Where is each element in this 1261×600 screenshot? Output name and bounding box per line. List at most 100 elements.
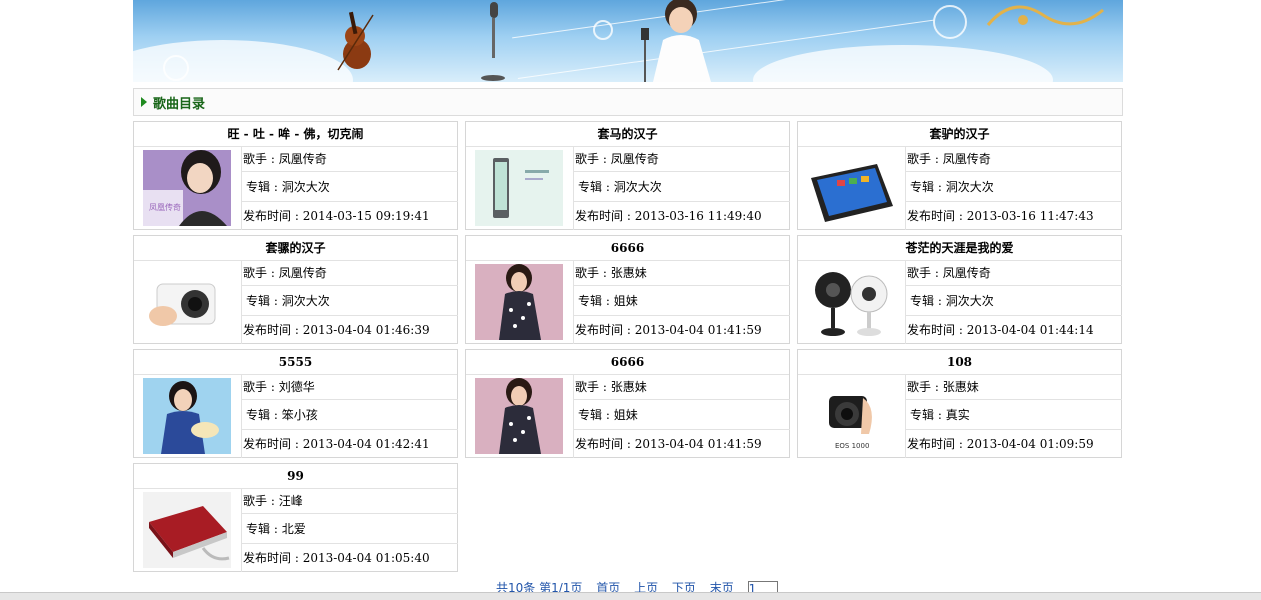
singer-row: 歌手 : 汪峰: [242, 488, 458, 514]
header-banner: [133, 0, 1123, 82]
violin-icon: [337, 11, 374, 71]
album-row: 专辑 : 姐妹: [574, 286, 790, 316]
song-thumbnail-cell: [466, 260, 574, 344]
album-row: 专辑 : 洞次大次: [242, 172, 458, 202]
release-time-value: 2013-04-04 01:05:40: [302, 551, 430, 565]
album-value: 洞次大次: [281, 180, 330, 194]
singer-row: 歌手 : 凤凰传奇: [242, 146, 458, 172]
singer-value: 凤凰传奇: [278, 266, 327, 280]
album-value: 洞次大次: [613, 180, 662, 194]
album-value: 笨小孩: [281, 408, 318, 422]
song-title[interactable]: 99: [134, 464, 457, 489]
song-title[interactable]: 苍茫的天涯是我的爱: [798, 236, 1121, 261]
album-value: 洞次大次: [281, 294, 330, 308]
woman-with-cake-image[interactable]: [143, 378, 231, 454]
song-title[interactable]: 108: [798, 350, 1121, 375]
album-row: 专辑 : 洞次大次: [906, 286, 1122, 316]
woman-in-dress-image[interactable]: [475, 264, 563, 340]
singer-value: 凤凰传奇: [610, 152, 659, 166]
release-time-value: 2013-04-04 01:41:59: [634, 323, 762, 337]
song-title[interactable]: 套马的汉子: [466, 122, 789, 147]
album-row: 专辑 : 洞次大次: [574, 172, 790, 202]
song-thumbnail-cell: [134, 260, 242, 344]
singer-value: 张惠妹: [610, 266, 647, 280]
hard-drive-image[interactable]: [143, 492, 231, 568]
bubble-decoration: [593, 20, 613, 40]
song-card[interactable]: 套马的汉子 歌手 : 凤凰传奇 专辑 : 洞次大次 发布时间 : 2013-03…: [465, 121, 790, 230]
singer-row: 歌手 : 张惠妹: [574, 374, 790, 400]
song-thumbnail-cell: [466, 146, 574, 230]
microphone-icon: [481, 2, 505, 81]
white-camera-image[interactable]: [143, 264, 231, 340]
song-title[interactable]: 套骡的汉子: [134, 236, 457, 261]
song-title[interactable]: 6666: [466, 236, 789, 261]
svg-text:EOS 1000: EOS 1000: [835, 442, 869, 450]
release-time-row: 发布时间 : 2013-04-04 01:41:59: [575, 323, 762, 337]
singer-row: 歌手 : 凤凰传奇: [574, 146, 790, 172]
album-row: 专辑 : 洞次大次: [906, 172, 1122, 202]
singer-value: 汪峰: [278, 494, 303, 508]
album-value: 姐妹: [613, 294, 638, 308]
song-card[interactable]: 6666 歌手 : 张惠妹 专辑 : 姐妹 发布时间 : 2013-04-04 …: [465, 235, 790, 344]
album-value: 真实: [945, 408, 970, 422]
section-title: 歌曲目录: [153, 97, 206, 112]
song-thumbnail-cell: [134, 374, 242, 458]
woman-in-dress-image[interactable]: [475, 378, 563, 454]
singer-value: 凤凰传奇: [278, 152, 327, 166]
song-thumbnail-cell: [134, 488, 242, 572]
singer-girl-image: [641, 0, 711, 82]
release-time-value: 2013-04-04 01:42:41: [302, 437, 430, 451]
song-thumbnail-cell: 凤凰传奇: [134, 146, 242, 230]
song-thumbnail-cell: [798, 146, 906, 230]
song-card[interactable]: 99 歌手 : 汪峰 专辑 : 北爱 发布时间 : 2013-04-04 01:…: [133, 463, 458, 572]
song-list-header: 歌曲目录: [133, 88, 1123, 116]
release-time-value: 2013-03-16 11:47:43: [966, 209, 1094, 223]
release-time-value: 2013-04-04 01:09:59: [966, 437, 1094, 451]
release-time-value: 2013-04-04 01:41:59: [634, 437, 762, 451]
singer-value: 凤凰传奇: [942, 266, 991, 280]
song-card[interactable]: 5555 歌手 : 刘德华 专辑 : 笨小孩 发布时间 : 2013-04-04…: [133, 349, 458, 458]
song-card[interactable]: 108 EOS 1000 歌手 : 张惠妹 专辑 : 真实 发布时间 : 201…: [797, 349, 1122, 458]
release-time-row: 发布时间 : 2013-03-16 11:47:43: [907, 209, 1094, 223]
tablet-device-image[interactable]: [807, 150, 895, 226]
phone-device-image[interactable]: [475, 150, 563, 226]
release-time-row: 发布时间 : 2013-04-04 01:41:59: [575, 437, 762, 451]
singer-row: 歌手 : 凤凰传奇: [242, 260, 458, 286]
song-card[interactable]: 套驴的汉子 歌手 : 凤凰传奇 专辑 : 洞次大次 发布时间 : 2013-03…: [797, 121, 1122, 230]
singer-value: 张惠妹: [942, 380, 979, 394]
singer-row: 歌手 : 张惠妹: [906, 374, 1122, 400]
singer-value: 凤凰传奇: [942, 152, 991, 166]
song-title[interactable]: 套驴的汉子: [798, 122, 1121, 147]
release-time-value: 2013-04-04 01:44:14: [966, 323, 1094, 337]
song-thumbnail-cell: [466, 374, 574, 458]
release-time-row: 发布时间 : 2014-03-15 09:19:41: [243, 209, 430, 223]
release-time-row: 发布时间 : 2013-04-04 01:42:41: [243, 437, 430, 451]
release-time-value: 2013-04-04 01:46:39: [302, 323, 430, 337]
release-time-row: 发布时间 : 2013-04-04 01:05:40: [243, 551, 430, 565]
svg-text:凤凰传奇: 凤凰传奇: [149, 202, 181, 212]
release-time-row: 发布时间 : 2013-04-04 01:46:39: [243, 323, 430, 337]
album-row: 专辑 : 真实: [906, 400, 1122, 430]
triangle-right-icon: [141, 97, 147, 107]
song-card[interactable]: 6666 歌手 : 张惠妹 专辑 : 姐妹 发布时间 : 2013-04-04 …: [465, 349, 790, 458]
song-card[interactable]: 苍茫的天涯是我的爱 歌手 : 凤凰传奇 专辑 : 洞次大次 发布时间 : 201…: [797, 235, 1122, 344]
song-card[interactable]: 套骡的汉子 歌手 : 凤凰传奇 专辑 : 洞次大次 发布时间 : 2013-04…: [133, 235, 458, 344]
music-note-decoration: [986, 5, 1104, 26]
song-title[interactable]: 5555: [134, 350, 457, 375]
album-value: 洞次大次: [945, 180, 994, 194]
song-card[interactable]: 旺 - 吐 - 哞 - 佛，切克闹 凤凰传奇 歌手 : 凤凰传奇 专辑 : 洞次…: [133, 121, 458, 230]
release-time-value: 2014-03-15 09:19:41: [302, 209, 430, 223]
release-time-value: 2013-03-16 11:49:40: [634, 209, 762, 223]
singer-row: 歌手 : 刘德华: [242, 374, 458, 400]
bubble-decoration: [163, 55, 189, 81]
song-title[interactable]: 6666: [466, 350, 789, 375]
album-cover-image[interactable]: 凤凰传奇: [143, 150, 231, 226]
album-row: 专辑 : 姐妹: [574, 400, 790, 430]
album-row: 专辑 : 笨小孩: [242, 400, 458, 430]
singer-value: 刘德华: [278, 380, 315, 394]
webcam-image[interactable]: [807, 264, 895, 340]
album-row: 专辑 : 北爱: [242, 514, 458, 544]
song-title[interactable]: 旺 - 吐 - 哞 - 佛，切克闹: [134, 122, 457, 147]
black-camera-image[interactable]: EOS 1000: [807, 378, 895, 454]
album-row: 专辑 : 洞次大次: [242, 286, 458, 316]
